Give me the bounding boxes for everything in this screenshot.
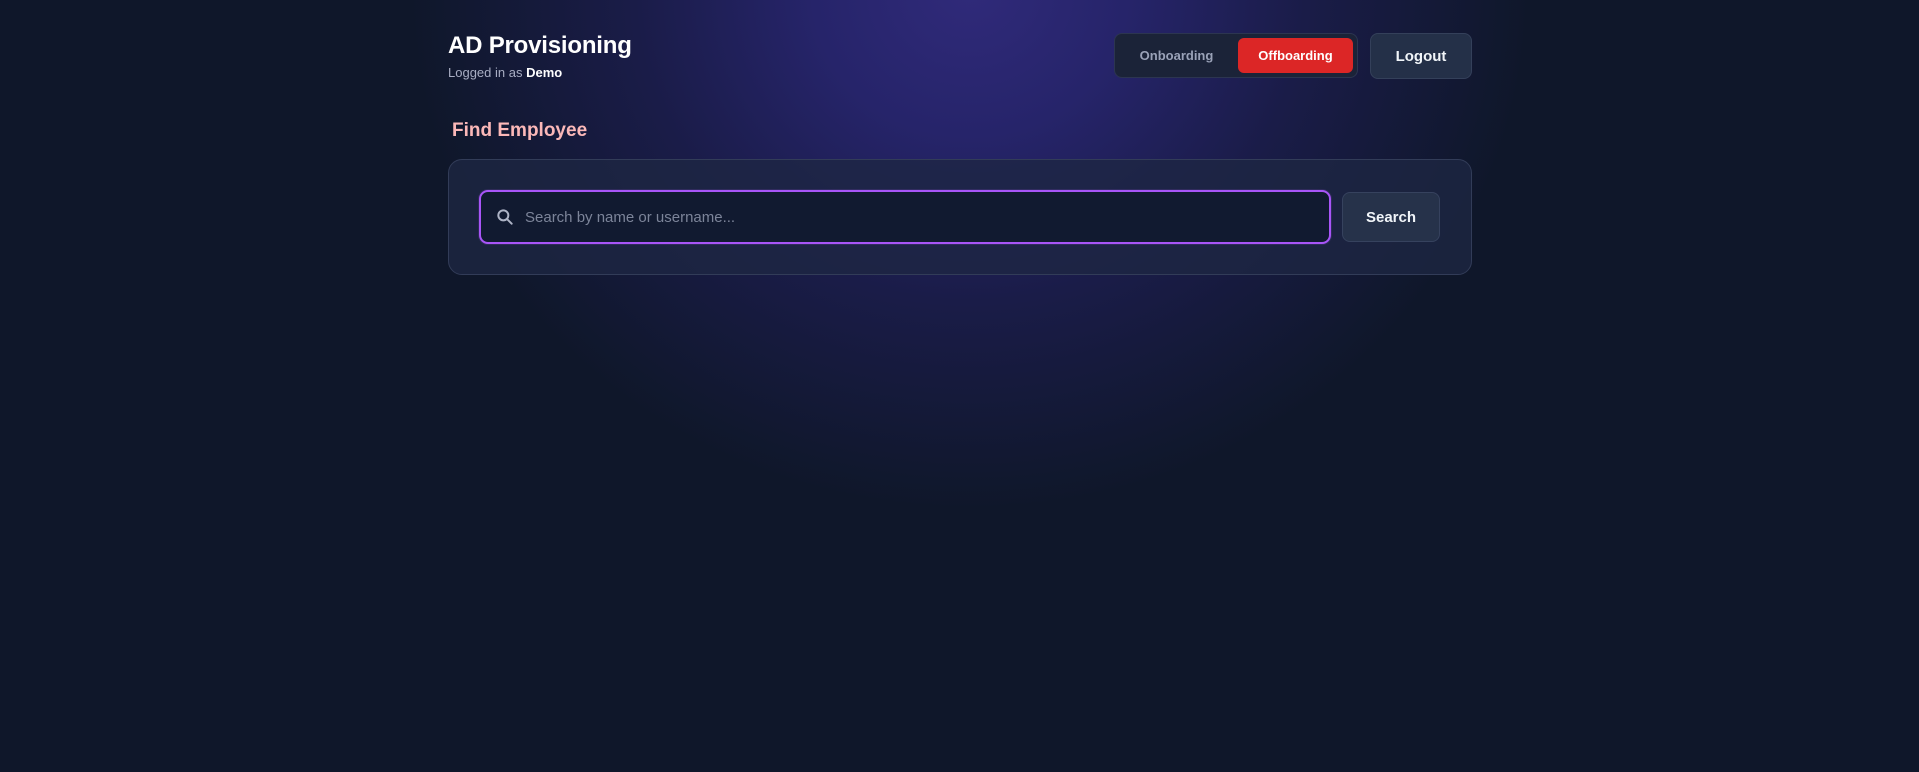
logged-in-status: Logged in as Demo bbox=[448, 64, 632, 82]
offboarding-tab[interactable]: Offboarding bbox=[1238, 38, 1353, 73]
search-field[interactable] bbox=[479, 190, 1331, 244]
search-icon bbox=[497, 209, 513, 225]
brand: AD Provisioning Logged in as Demo bbox=[448, 30, 632, 82]
search-button[interactable]: Search bbox=[1342, 192, 1440, 242]
app-title: AD Provisioning bbox=[448, 32, 632, 59]
logout-button[interactable]: Logout bbox=[1370, 33, 1472, 79]
logged-in-prefix: Logged in as bbox=[448, 65, 523, 80]
search-card: Search bbox=[448, 159, 1472, 275]
find-employee-heading: Find Employee bbox=[452, 120, 588, 141]
logged-in-username: Demo bbox=[526, 65, 563, 80]
app-root: AD Provisioning Logged in as Demo Onboar… bbox=[0, 0, 1919, 772]
onboarding-tab[interactable]: Onboarding bbox=[1119, 38, 1234, 73]
search-input[interactable] bbox=[525, 192, 1329, 242]
mode-toggle: Onboarding Offboarding bbox=[1114, 33, 1358, 78]
